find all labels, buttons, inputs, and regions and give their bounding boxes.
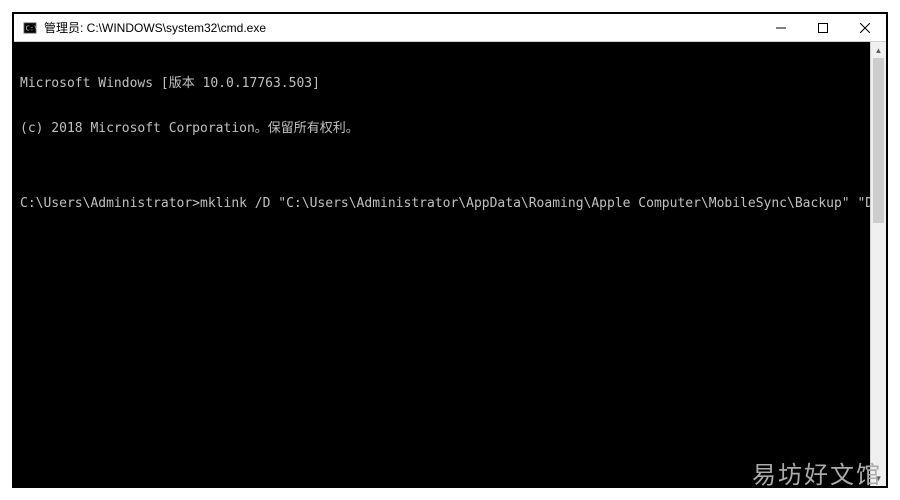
scroll-down-arrow[interactable]: ▼: [871, 470, 886, 486]
close-button[interactable]: [844, 14, 886, 41]
window-controls: [760, 14, 886, 41]
terminal-line: Microsoft Windows [版本 10.0.17763.503]: [20, 76, 880, 91]
vertical-scrollbar[interactable]: ▲ ▼: [870, 42, 886, 486]
terminal-line: C:\Users\Administrator>mklink /D "C:\Use…: [20, 196, 880, 211]
minimize-button[interactable]: [760, 14, 802, 41]
scroll-up-arrow[interactable]: ▲: [871, 42, 886, 58]
cmd-icon: C:\: [22, 20, 38, 36]
window-title: 管理员: C:\WINDOWS\system32\cmd.exe: [44, 19, 760, 36]
titlebar[interactable]: C:\ 管理员: C:\WINDOWS\system32\cmd.exe: [14, 14, 886, 42]
svg-text:C:\: C:\: [26, 24, 37, 32]
cmd-window: C:\ 管理员: C:\WINDOWS\system32\cmd.exe Mic…: [12, 12, 888, 488]
terminal-line: (c) 2018 Microsoft Corporation。保留所有权利。: [20, 121, 880, 136]
scrollbar-thumb[interactable]: [873, 58, 884, 223]
maximize-button[interactable]: [802, 14, 844, 41]
terminal-output[interactable]: Microsoft Windows [版本 10.0.17763.503] (c…: [14, 42, 886, 486]
scrollbar-track[interactable]: [871, 58, 886, 470]
